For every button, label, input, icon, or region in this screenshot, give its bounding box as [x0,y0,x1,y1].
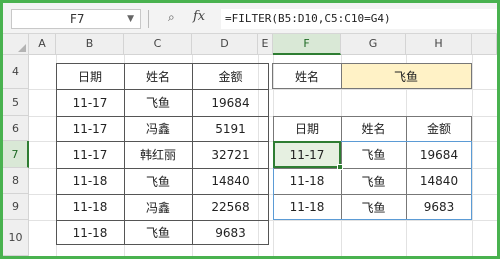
criteria-label[interactable]: 姓名 [273,64,341,88]
result-header-date[interactable]: 日期 [273,116,341,141]
source-cell-b5[interactable]: 11-17 [56,89,124,116]
source-cell-c7[interactable]: 韩红丽 [124,141,192,168]
source-cell-c5[interactable]: 飞鱼 [124,89,192,116]
name-box-value: F7 [70,12,85,26]
source-cell-c9[interactable]: 冯鑫 [124,194,192,220]
row-header-6[interactable]: 6 [3,116,29,141]
source-cell-b9[interactable]: 11-18 [56,194,124,220]
chevron-down-icon[interactable]: ▼ [127,10,134,28]
source-cell-d8[interactable]: 14840 [192,168,269,194]
result-cell-f7[interactable]: 11-17 [273,141,341,168]
source-cell-b10[interactable]: 11-18 [56,220,124,245]
column-header-g[interactable]: G [341,34,406,55]
column-header-overflow[interactable] [472,34,497,55]
source-header-date[interactable]: 日期 [56,64,124,89]
formula-bar: F7 ▼ ⌕ fx =FILTER(B5:D10,C5:C10=G4) [3,3,497,34]
row-header-9[interactable]: 9 [3,194,29,220]
result-cell-f9[interactable]: 11-18 [273,194,341,220]
row-header-7[interactable]: 7 [3,141,29,168]
row-header-8[interactable]: 8 [3,168,29,194]
source-cell-d9[interactable]: 22568 [192,194,269,220]
result-cell-g9[interactable]: 飞鱼 [341,194,406,220]
result-header-amount[interactable]: 金额 [406,116,472,141]
select-all-icon [18,44,26,52]
select-all-corner[interactable] [3,34,29,55]
source-cell-b7[interactable]: 11-17 [56,141,124,168]
source-header-name[interactable]: 姓名 [124,64,192,89]
column-header-e[interactable]: E [258,34,273,55]
result-cell-h8[interactable]: 14840 [406,168,472,194]
name-box[interactable]: F7 ▼ [11,9,141,29]
zoom-icon[interactable]: ⌕ [168,10,175,25]
source-cell-c8[interactable]: 飞鱼 [124,168,192,194]
fx-icon[interactable]: fx [193,9,205,24]
column-header-c[interactable]: C [124,34,192,55]
row-header-5[interactable]: 5 [3,89,29,116]
source-cell-b6[interactable]: 11-17 [56,116,124,141]
source-cell-c10[interactable]: 飞鱼 [124,220,192,245]
column-header-f[interactable]: F [273,34,341,55]
source-cell-d10[interactable]: 9683 [192,220,269,245]
result-cell-f8[interactable]: 11-18 [273,168,341,194]
column-header-d[interactable]: D [192,34,258,55]
result-cell-g7[interactable]: 飞鱼 [341,141,406,168]
column-header-h[interactable]: H [406,34,472,55]
source-cell-d5[interactable]: 19684 [192,89,269,116]
result-cell-g8[interactable]: 飞鱼 [341,168,406,194]
source-cell-c6[interactable]: 冯鑫 [124,116,192,141]
criteria-value[interactable]: 飞鱼 [341,64,471,88]
source-header-amount[interactable]: 金额 [192,64,269,89]
result-cell-h9[interactable]: 9683 [406,194,472,220]
source-cell-d7[interactable]: 32721 [192,141,269,168]
result-header-name[interactable]: 姓名 [341,116,406,141]
row-header-4[interactable]: 4 [3,55,29,89]
source-cell-b8[interactable]: 11-18 [56,168,124,194]
result-cell-h7[interactable]: 19684 [406,141,472,168]
source-cell-d6[interactable]: 5191 [192,116,269,141]
column-header-a[interactable]: A [29,34,56,55]
formula-bar-divider [148,10,149,28]
row-header-10[interactable]: 10 [3,220,29,256]
formula-input[interactable]: =FILTER(B5:D10,C5:C10=G4) [221,9,497,29]
column-header-b[interactable]: B [56,34,124,55]
